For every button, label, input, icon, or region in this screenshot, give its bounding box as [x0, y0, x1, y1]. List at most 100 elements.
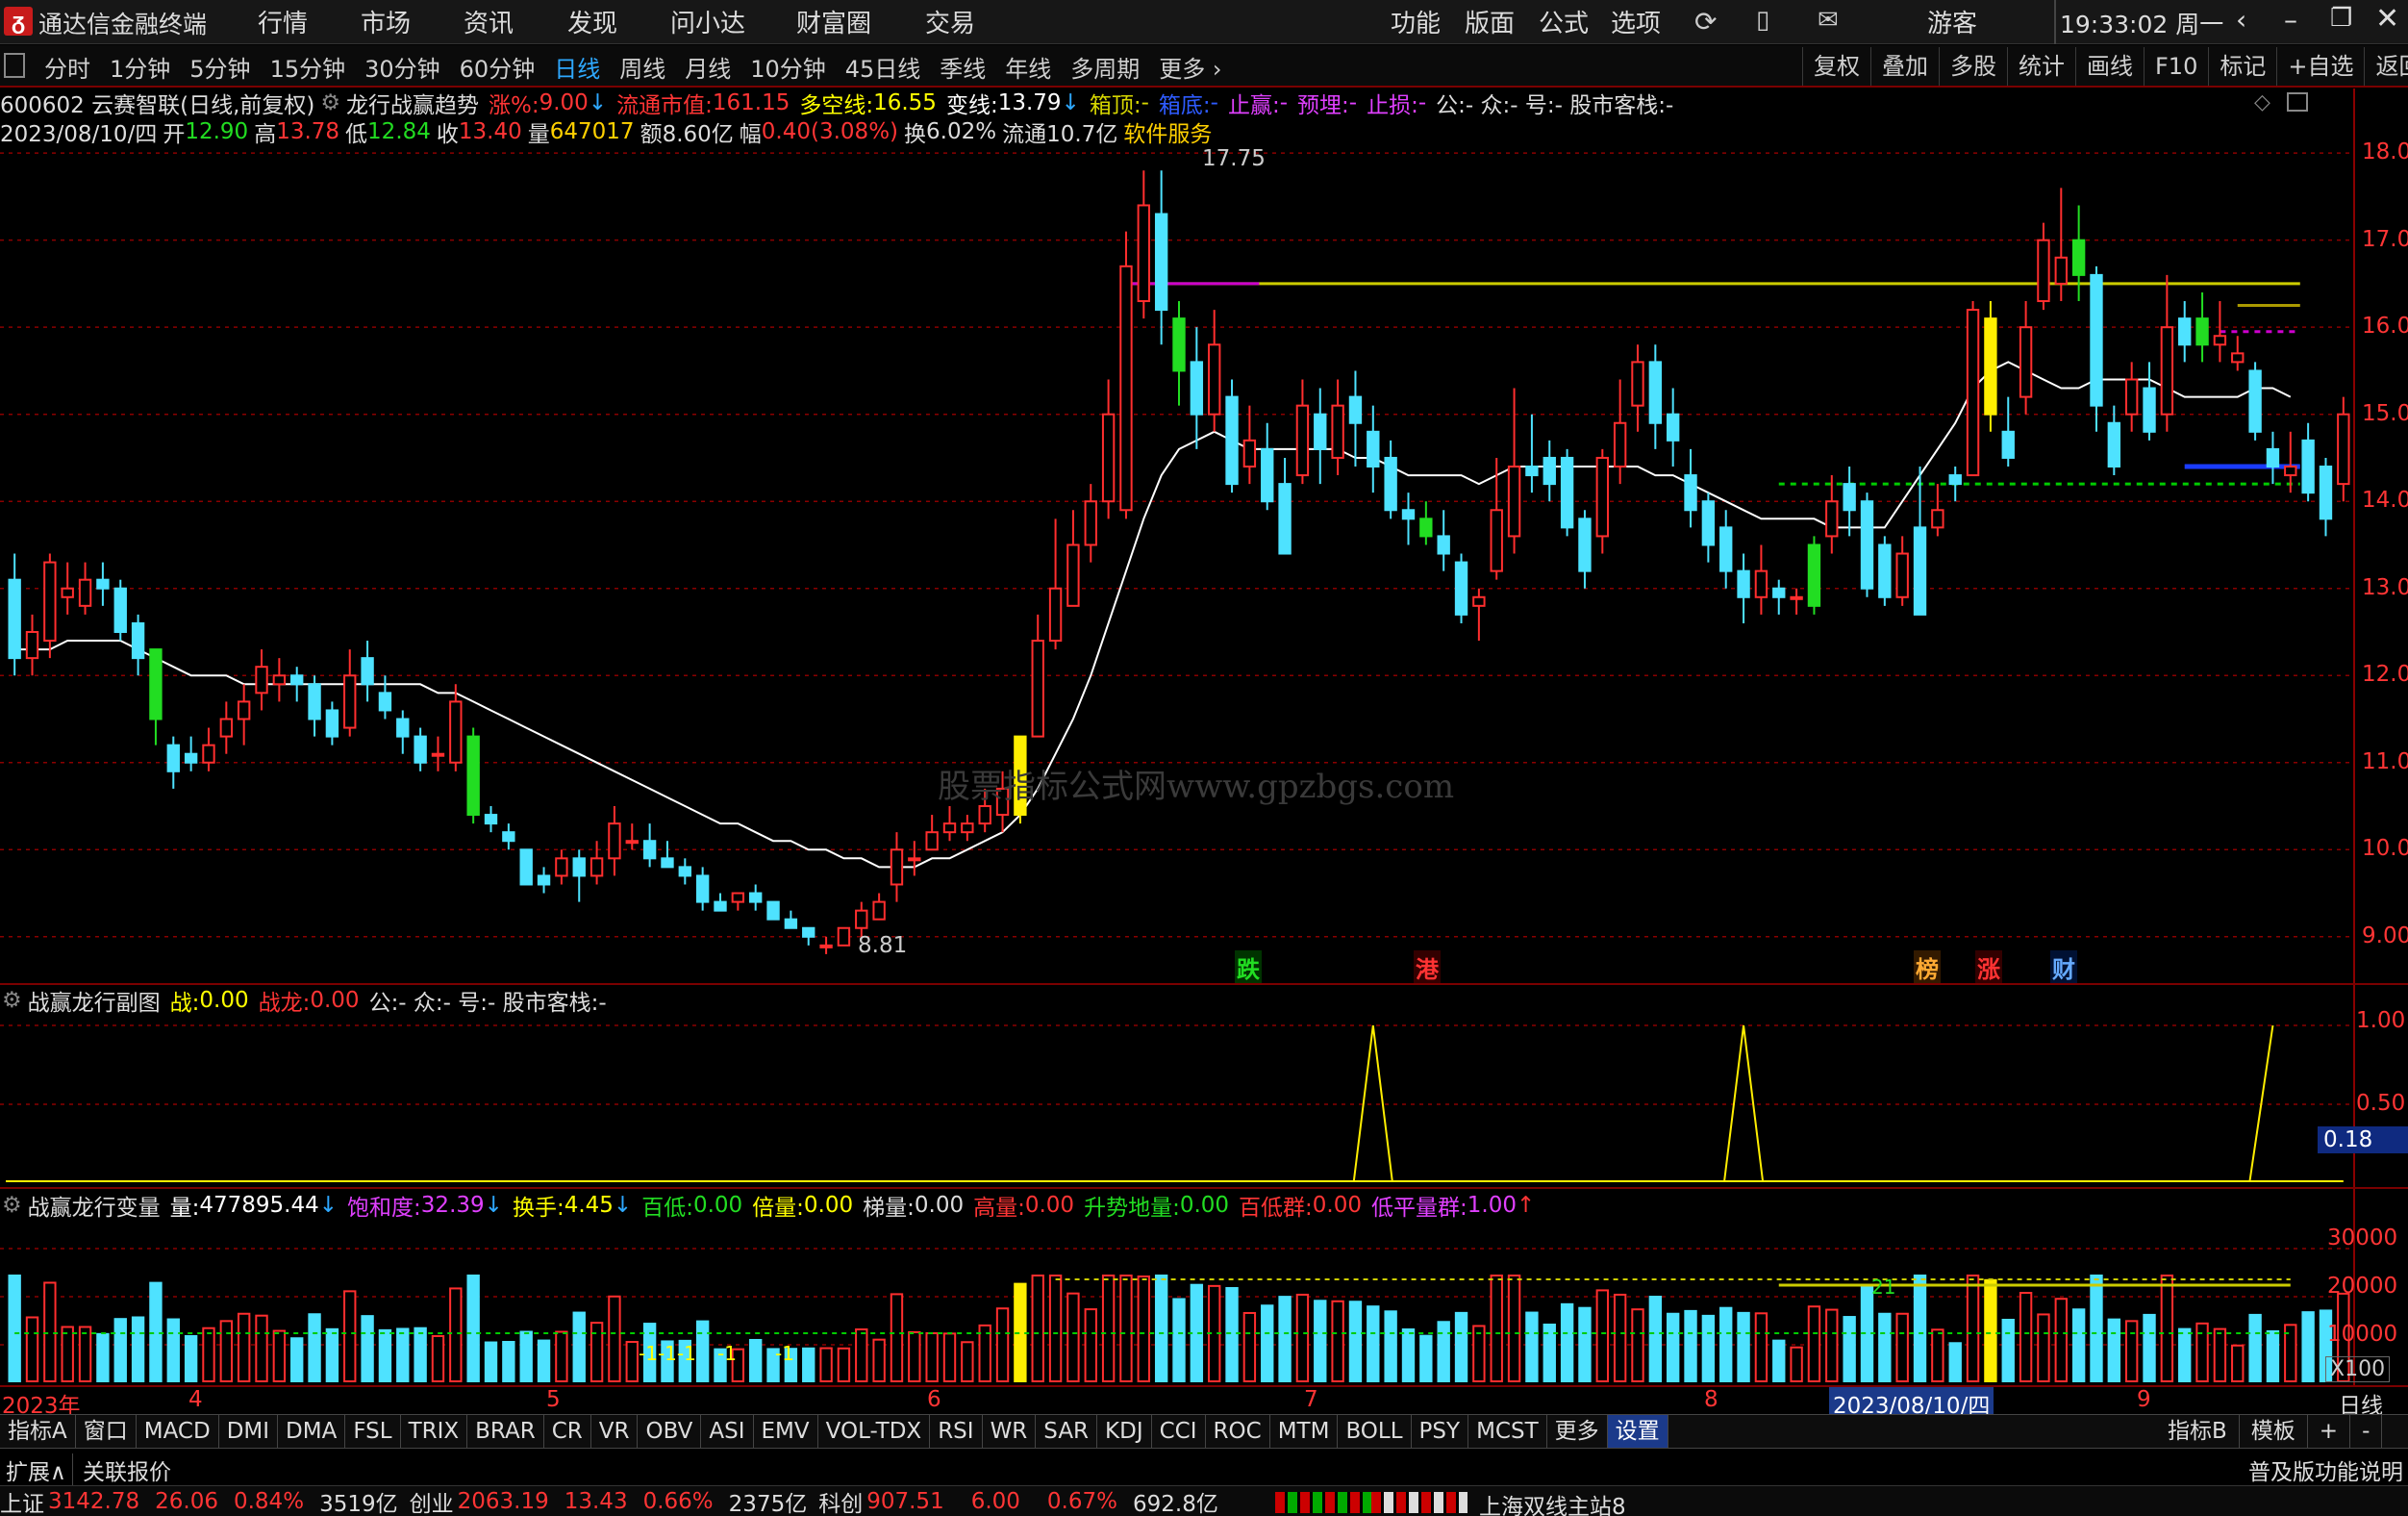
- server-label[interactable]: 上海双线主站8: [1479, 1488, 1626, 1516]
- period-7[interactable]: 周线: [619, 50, 665, 84]
- close-icon[interactable]: ✕: [2375, 2, 2399, 36]
- refresh-icon[interactable]: ⟳: [1694, 6, 1717, 38]
- menu-banmian[interactable]: 版面: [1465, 4, 1515, 39]
- indicator-tab-20[interactable]: MTM: [1270, 1415, 1339, 1448]
- indicator-tab-1[interactable]: 窗口: [76, 1415, 137, 1448]
- expand-button[interactable]: 扩展∧: [0, 1453, 73, 1486]
- related-quote-button[interactable]: 关联报价: [77, 1453, 177, 1486]
- menu-jiaoyi[interactable]: 交易: [925, 4, 975, 39]
- sub2-label: 21: [1871, 1276, 1896, 1299]
- sub1-chart[interactable]: [0, 985, 2408, 1187]
- toolbar-button-0[interactable]: 复权: [1802, 47, 1870, 86]
- menu-faxian[interactable]: 发现: [567, 4, 617, 39]
- menu-wenxiaoda[interactable]: 问小达: [670, 4, 745, 39]
- indicator-tab-11[interactable]: ASI: [701, 1415, 754, 1448]
- menu-caifuquan[interactable]: 财富圈: [796, 4, 871, 39]
- period-12[interactable]: 年线: [1005, 50, 1051, 84]
- maximize-icon[interactable]: ❐: [2330, 4, 2352, 33]
- volume-bar: [2143, 1313, 2156, 1383]
- indicator-tab-7[interactable]: BRAR: [467, 1415, 544, 1448]
- indicator-tab-10[interactable]: OBV: [638, 1415, 702, 1448]
- indicator-tab-right-0[interactable]: 指标B: [2156, 1415, 2240, 1448]
- indicator-tab-9[interactable]: VR: [591, 1415, 639, 1448]
- indicator-tab-17[interactable]: KDJ: [1097, 1415, 1152, 1448]
- period-3[interactable]: 15分钟: [270, 50, 346, 84]
- toolbar-button-7[interactable]: +自选: [2276, 47, 2364, 86]
- period-13[interactable]: 多周期: [1070, 50, 1140, 84]
- indicator-tab-right-3[interactable]: -: [2350, 1415, 2383, 1448]
- toolbar-button-2[interactable]: 多股: [1939, 47, 2007, 86]
- menu-xuanxiang[interactable]: 选项: [1611, 4, 1661, 39]
- indicator-tab-19[interactable]: ROC: [1206, 1415, 1270, 1448]
- period-5[interactable]: 60分钟: [460, 50, 536, 84]
- menu-shichang[interactable]: 市场: [361, 4, 411, 39]
- indicator-tab-6[interactable]: TRIX: [401, 1415, 468, 1448]
- event-marker-0[interactable]: 跌: [1235, 950, 1262, 984]
- candle: [8, 553, 21, 676]
- period-1[interactable]: 1分钟: [110, 50, 170, 84]
- toolbar-button-5[interactable]: F10: [2144, 47, 2208, 86]
- candle: [1666, 388, 1680, 467]
- indicator-tab-12[interactable]: EMV: [754, 1415, 818, 1448]
- price-chart[interactable]: [0, 88, 2408, 983]
- event-marker-3[interactable]: 涨: [1975, 950, 2002, 984]
- toolbar-button-3[interactable]: 统计: [2007, 47, 2075, 86]
- indicator-tab-8[interactable]: CR: [544, 1415, 591, 1448]
- indicator-tab-13[interactable]: VOL-TDX: [818, 1415, 931, 1448]
- period-8[interactable]: 月线: [685, 50, 731, 84]
- period-0[interactable]: 分时: [44, 50, 90, 84]
- event-marker-1[interactable]: 港: [1414, 950, 1441, 984]
- indicator-tab-21[interactable]: BOLL: [1338, 1415, 1412, 1448]
- period-4[interactable]: 30分钟: [364, 50, 440, 84]
- user-label[interactable]: 游客: [1927, 4, 1977, 39]
- period-10[interactable]: 45日线: [845, 50, 921, 84]
- candle: [2160, 274, 2174, 432]
- indicator-tab-24[interactable]: 更多: [1547, 1415, 1608, 1448]
- price-tick-5: 13.00: [2362, 574, 2408, 600]
- sh-label[interactable]: 上证: [0, 1485, 44, 1516]
- indicator-tab-14[interactable]: RSI: [930, 1415, 983, 1448]
- mail-icon[interactable]: ✉: [1818, 6, 1839, 35]
- panel-toggle-icon[interactable]: [4, 53, 25, 78]
- menu-gongshi[interactable]: 公式: [1539, 4, 1589, 39]
- cy-label[interactable]: 创业: [410, 1485, 454, 1516]
- menu-zixun[interactable]: 资讯: [464, 4, 514, 39]
- indicator-tab-15[interactable]: WR: [983, 1415, 1037, 1448]
- toolbar-button-1[interactable]: 叠加: [1870, 47, 1939, 86]
- indicator-tab-18[interactable]: CCI: [1152, 1415, 1206, 1448]
- indicator-tab-2[interactable]: MACD: [137, 1415, 219, 1448]
- back-icon[interactable]: ‹: [2236, 4, 2246, 36]
- kc-label[interactable]: 科创: [818, 1485, 863, 1516]
- volume-bar: [589, 1322, 604, 1382]
- indicator-tab-23[interactable]: MCST: [1468, 1415, 1547, 1448]
- indicator-tab-5[interactable]: FSL: [345, 1415, 401, 1448]
- indicator-tab-16[interactable]: SAR: [1036, 1415, 1098, 1448]
- indicator-tab-3[interactable]: DMI: [219, 1415, 279, 1448]
- period-9[interactable]: 10分钟: [750, 50, 826, 84]
- phone-icon[interactable]: ▯: [1756, 6, 1769, 35]
- candle: [431, 736, 445, 771]
- toolbar-button-4[interactable]: 画线: [2075, 47, 2144, 86]
- event-marker-4[interactable]: 财: [2050, 950, 2077, 984]
- indicator-tab-right-2[interactable]: +: [2308, 1415, 2351, 1448]
- event-marker-2[interactable]: 榜: [1914, 950, 1941, 984]
- period-2[interactable]: 5分钟: [189, 50, 250, 84]
- help-link[interactable]: 普及版功能说明: [2248, 1453, 2403, 1486]
- indicator-tab-0[interactable]: 指标A: [0, 1415, 76, 1448]
- sub2-chart[interactable]: [0, 1189, 2408, 1385]
- candle: [290, 667, 304, 702]
- toolbar-button-6[interactable]: 标记: [2208, 47, 2276, 86]
- toolbar-button-8[interactable]: 返回: [2364, 47, 2408, 86]
- menu-gongneng[interactable]: 功能: [1391, 4, 1441, 39]
- indicator-tab-4[interactable]: DMA: [278, 1415, 346, 1448]
- indicator-tab-25[interactable]: 设置: [1607, 1415, 1668, 1448]
- indicator-tab-right-1[interactable]: 模板: [2240, 1415, 2308, 1448]
- menu-hangqing[interactable]: 行情: [258, 4, 308, 39]
- minimize-icon[interactable]: –: [2284, 4, 2297, 36]
- volume-bar: [802, 1347, 815, 1383]
- indicator-tab-22[interactable]: PSY: [1412, 1415, 1469, 1448]
- period-11[interactable]: 季线: [940, 50, 986, 84]
- period-14[interactable]: 更多 ›: [1159, 50, 1221, 84]
- app-title: 通达信金融终端: [38, 11, 208, 38]
- period-6[interactable]: 日线: [554, 50, 600, 84]
